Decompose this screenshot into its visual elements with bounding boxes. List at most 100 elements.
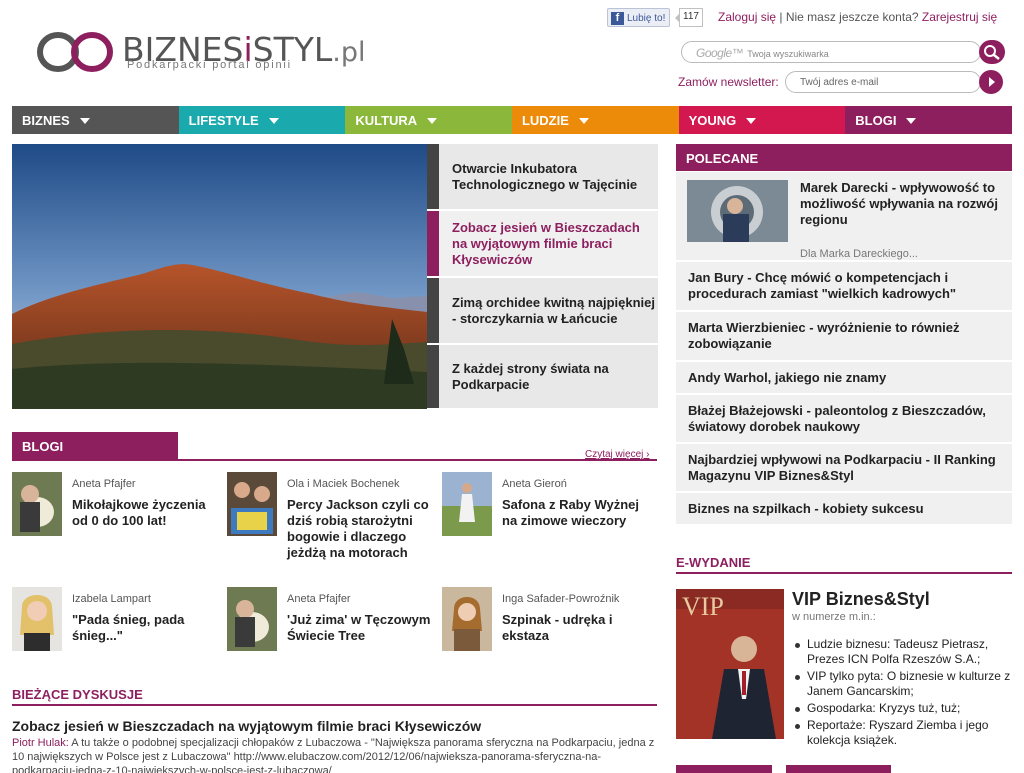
newsletter-email-input[interactable]: Twój adres e-mail	[785, 71, 981, 93]
facebook-like-label: Lubię to!	[627, 13, 666, 24]
logo-tagline: Podkarpacki portal opinii	[127, 59, 292, 71]
blog-title[interactable]: Safona z Raby Wyżnej na zimowe wieczory	[502, 497, 654, 529]
blog-title[interactable]: "Pada śnieg, pada śnieg..."	[72, 612, 224, 644]
slider-item-marker	[427, 278, 439, 343]
chevron-down-icon	[746, 118, 757, 124]
login-link[interactable]: Zaloguj się	[718, 10, 776, 24]
chevron-down-icon	[268, 118, 279, 124]
search-placeholder: Twoja wyszukiwarka	[747, 49, 829, 59]
slider-item-marker	[427, 211, 439, 276]
slider-item-title: Zimą orchidee kwitną najpiękniej - storc…	[452, 294, 656, 326]
blog-title[interactable]: Percy Jackson czyli co dziś robią staroż…	[287, 497, 439, 561]
nav-item-kultura[interactable]: KULTURA	[345, 106, 512, 134]
slider-item-marker	[427, 345, 439, 408]
chevron-down-icon	[906, 118, 917, 124]
recommended-feature[interactable]: Marek Darecki - wpływowość to możliwość …	[676, 172, 1012, 260]
recommended-feature-image	[687, 180, 788, 242]
recommended-item-title: Biznes na szpilkach - kobiety sukcesu	[688, 500, 924, 516]
facebook-like-count: 117	[675, 8, 703, 27]
recommended-list: Jan Bury - Chcę mówić o kompetencjach i …	[676, 260, 1012, 524]
edition-cover-image[interactable]: VIP	[676, 589, 784, 739]
recommended-item[interactable]: Andy Warhol, jakiego nie znamy	[676, 360, 1012, 393]
slider-item-title: Otwarcie Inkubatora Technologicznego w T…	[452, 160, 638, 192]
slider-item[interactable]: Z każdej strony świata na Podkarpacie	[427, 345, 658, 409]
chevron-down-icon	[79, 118, 90, 124]
discussion-topic-link[interactable]: Zobacz jesień w Bieszczadach na wyjątowy…	[12, 718, 481, 734]
logo-icon[interactable]	[36, 30, 114, 74]
blogs-section-header: BLOGI	[12, 432, 178, 459]
edition-section-header: E-WYDANIE	[676, 555, 751, 570]
slider-item[interactable]: Otwarcie Inkubatora Technologicznego w T…	[427, 144, 658, 210]
blog-author: Aneta Pfajfer	[287, 593, 351, 605]
recommended-item[interactable]: Błażej Błażejowski - paleontolog z Biesz…	[676, 393, 1012, 442]
blog-thumbnail	[442, 587, 492, 651]
edition-title[interactable]: VIP Biznes&Styl	[792, 589, 930, 610]
edition-contents-item: Ludzie biznesu: Tadeusz Pietrasz, Prezes…	[792, 637, 1012, 667]
blog-title[interactable]: Mikołajkowe życzenia od 0 do 100 lat!	[72, 497, 224, 529]
slider-item[interactable]: Zimą orchidee kwitną najpiękniej - storc…	[427, 278, 658, 344]
nav-item-blogi[interactable]: BLOGI	[845, 106, 1012, 134]
recommended-item[interactable]: Jan Bury - Chcę mówić o kompetencjach i …	[676, 260, 1012, 310]
recommended-item-title: Jan Bury - Chcę mówić o kompetencjach i …	[688, 270, 957, 301]
nav-label: YOUNG	[688, 113, 737, 128]
blogs-more-link[interactable]: Czytaj więcej ›	[585, 449, 649, 460]
blog-thumbnail	[12, 587, 62, 651]
edition-contents-item: Reportaże: Ryszard Ziemba i jego kolekcj…	[792, 718, 1012, 748]
nav-item-lifestyle[interactable]: LIFESTYLE	[178, 106, 346, 134]
recommended-item-title: Marta Wierzbieniec - wyróżnienie to równ…	[688, 320, 960, 351]
search-button[interactable]	[979, 40, 1005, 64]
featured-slide-image[interactable]	[12, 144, 427, 409]
slider-item-title: Zobacz jesień w Bieszczadach na wyjątowy…	[452, 219, 640, 267]
recommended-feature-excerpt: Dla Marka Dareckiego...	[800, 248, 918, 260]
recommended-feature-title[interactable]: Marek Darecki - wpływowość to możliwość …	[800, 180, 1000, 228]
edition-contents-item: Gospodarka: Kryzys tuż, tuż;	[792, 701, 1012, 716]
search-input[interactable]: Google™ Twoja wyszukiwarka	[681, 41, 981, 63]
recommended-item[interactable]: Biznes na szpilkach - kobiety sukcesu	[676, 491, 1012, 524]
blog-thumbnail	[12, 472, 62, 536]
nav-label: KULTURA	[355, 113, 418, 128]
register-link[interactable]: Zarejestruj się	[922, 10, 997, 24]
newsletter-label: Zamów newsletter:	[678, 75, 779, 89]
comment-text: A tu także o podobnej specjalizacji chło…	[12, 737, 655, 773]
recommended-item-title: Błażej Błażejowski - paleontolog z Biesz…	[688, 402, 986, 434]
nav-label: LUDZIE	[521, 113, 569, 128]
edition-archive-button[interactable]	[786, 765, 891, 773]
blog-author: Inga Safader-Powroźnik	[502, 593, 620, 605]
nav-item-biznes[interactable]: BIZNES	[12, 106, 179, 134]
blog-title[interactable]: 'Już zima' w Tęczowym Świecie Tree	[287, 612, 439, 644]
nav-label: LIFESTYLE	[188, 113, 259, 128]
blog-thumbnail	[227, 472, 277, 536]
edition-section-divider	[676, 572, 1012, 574]
newsletter-submit-button[interactable]	[979, 70, 1003, 94]
nav-item-young[interactable]: YOUNG	[678, 106, 846, 134]
blog-thumbnail	[442, 472, 492, 536]
discussion-comment: Piotr Hulak: A tu także o podobnej specj…	[12, 736, 657, 773]
blog-title[interactable]: Szpinak - udręka i ekstaza	[502, 612, 654, 644]
blog-author: Ola i Maciek Bochenek	[287, 478, 400, 490]
arrow-right-icon	[989, 77, 995, 87]
blog-author: Izabela Lampart	[72, 593, 151, 605]
recommended-item[interactable]: Najbardziej wpływowi na Podkarpaciu - II…	[676, 442, 1012, 491]
nav-item-ludzie[interactable]: LUDZIE	[511, 106, 679, 134]
chevron-down-icon	[427, 118, 438, 124]
slider-item-marker	[427, 144, 439, 209]
slider-list: Otwarcie Inkubatora Technologicznego w T…	[427, 144, 658, 409]
blogs-section-divider	[12, 459, 657, 461]
comment-author[interactable]: Piotr Hulak:	[12, 737, 69, 749]
search-icon	[984, 45, 1000, 60]
edition-contents-item: VIP tylko pyta: O biznesie w kulturze z …	[792, 669, 1012, 699]
discussions-section-divider	[12, 704, 657, 706]
edition-read-button[interactable]	[676, 765, 772, 773]
blog-author: Aneta Pfajfer	[72, 478, 136, 490]
edition-subtitle: w numerze m.in.:	[792, 611, 876, 623]
nav-label: BIZNES	[22, 113, 70, 128]
recommended-item-title: Najbardziej wpływowi na Podkarpaciu - II…	[688, 451, 996, 483]
recommended-item-title: Andy Warhol, jakiego nie znamy	[688, 369, 887, 385]
main-nav: BIZNES LIFESTYLE KULTURA LUDZIE YOUNG BL…	[12, 106, 1012, 134]
recommended-item[interactable]: Marta Wierzbieniec - wyróżnienie to równ…	[676, 310, 1012, 360]
slider-item-active[interactable]: Zobacz jesień w Bieszczadach na wyjątowy…	[427, 211, 658, 277]
facebook-like-button[interactable]: f Lubię to!	[607, 8, 671, 27]
logo-tld: .pl	[332, 37, 366, 68]
nav-label: BLOGI	[855, 113, 897, 128]
edition-contents-list: Ludzie biznesu: Tadeusz Pietrasz, Prezes…	[792, 637, 1012, 750]
